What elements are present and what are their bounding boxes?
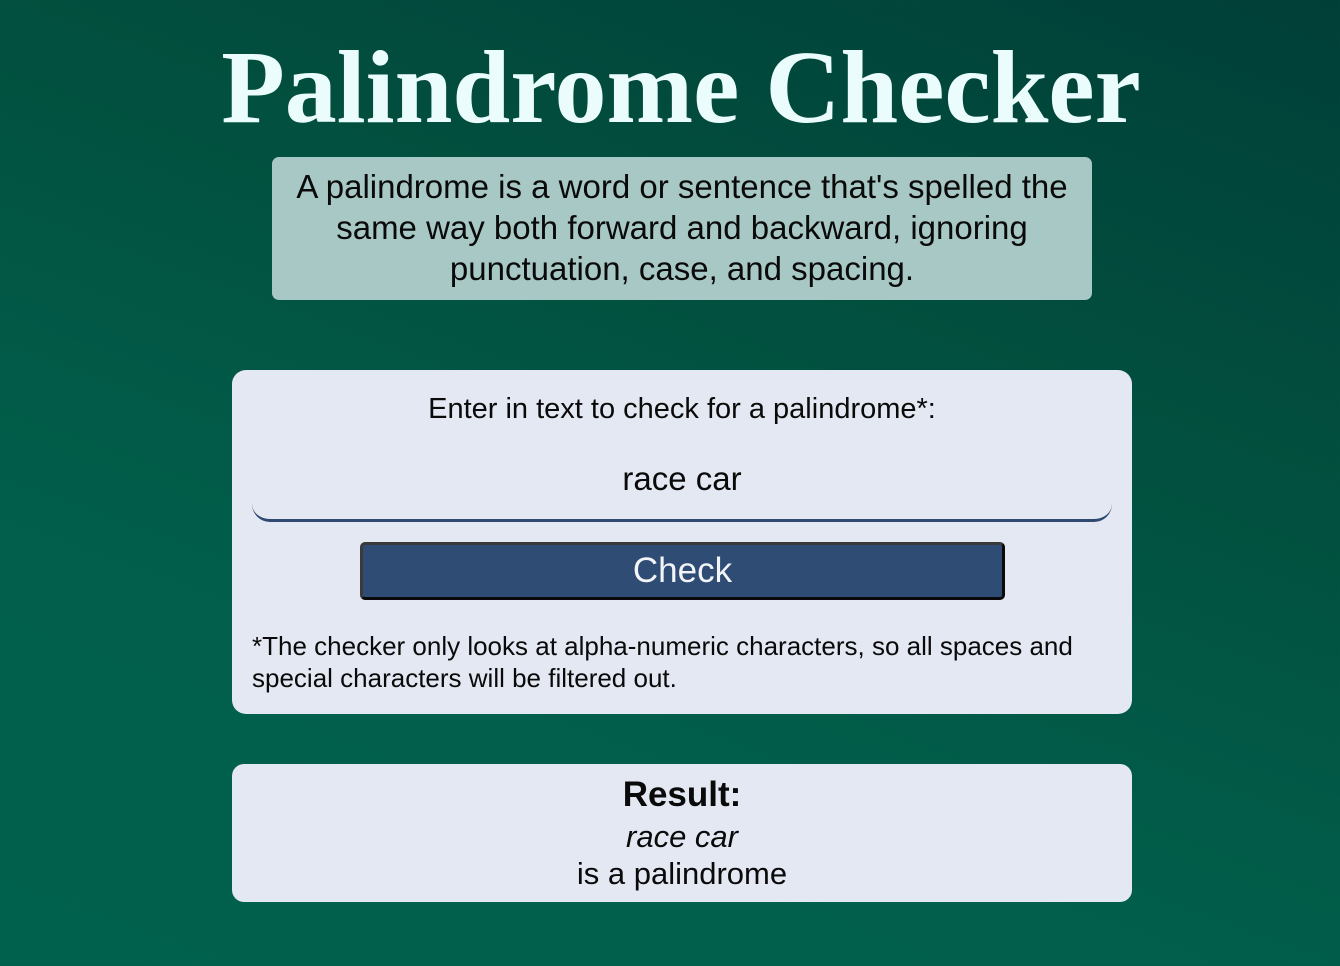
description-box: A palindrome is a word or sentence that'… xyxy=(272,157,1092,300)
check-button[interactable]: Check xyxy=(360,542,1005,600)
result-verdict: is a palindrome xyxy=(576,856,788,891)
input-label: Enter in text to check for a palindrome*… xyxy=(428,393,936,425)
result-card: Result: race car is a palindrome xyxy=(232,764,1132,902)
page-title: Palindrome Checker xyxy=(221,30,1141,145)
description-text: A palindrome is a word or sentence that'… xyxy=(296,168,1068,287)
result-checked-text: race car xyxy=(626,819,738,854)
checker-card: Enter in text to check for a palindrome*… xyxy=(232,370,1132,714)
text-input[interactable] xyxy=(252,452,1112,522)
footnote-text: *The checker only looks at alpha-numeric… xyxy=(252,631,1073,693)
result-title: Result: xyxy=(622,775,742,814)
